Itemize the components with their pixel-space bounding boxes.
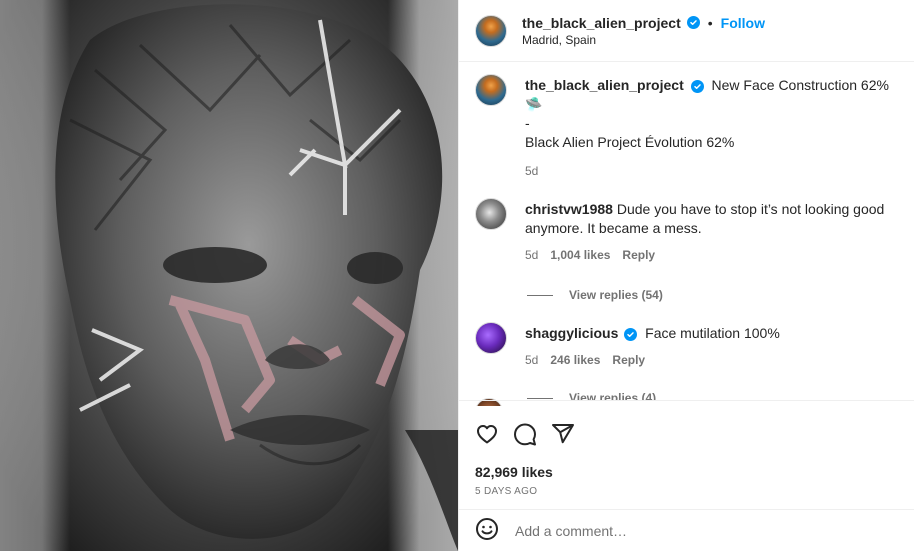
comment-row: christvw1988 Dude you have to stop it’s … bbox=[475, 198, 899, 262]
reply-button[interactable]: Reply bbox=[622, 248, 655, 262]
separator-dot: • bbox=[707, 14, 713, 31]
action-icons bbox=[475, 422, 899, 446]
comment-composer: Add a comment… bbox=[459, 509, 914, 551]
author-info: the_black_alien_project • Follow Madrid,… bbox=[522, 15, 765, 47]
author-username[interactable]: the_black_alien_project bbox=[522, 15, 681, 31]
replies-divider bbox=[527, 397, 553, 399]
comment-body: shaggylicious Face mutilation 100% 5d 24… bbox=[525, 324, 899, 367]
caption-line-2: - bbox=[525, 115, 530, 131]
comment-icon[interactable] bbox=[513, 422, 537, 446]
post-header: the_black_alien_project • Follow Madrid,… bbox=[459, 0, 914, 62]
comments-list[interactable]: the_black_alien_project New Face Constru… bbox=[459, 62, 914, 400]
comment-meta: 5d 1,004 likes Reply bbox=[525, 248, 899, 262]
replies-divider bbox=[527, 294, 553, 296]
comment-age: 5d bbox=[525, 353, 539, 367]
comment-likes[interactable]: 1,004 likes bbox=[550, 248, 610, 262]
reply-button[interactable]: Reply bbox=[612, 353, 645, 367]
caption-body: the_black_alien_project New Face Constru… bbox=[525, 76, 899, 178]
verified-badge-icon bbox=[624, 328, 638, 341]
author-avatar[interactable] bbox=[475, 14, 507, 47]
caption-text: the_black_alien_project New Face Constru… bbox=[525, 76, 899, 114]
comment-row: shaggylicious Face mutilation 100% 5d 24… bbox=[475, 322, 899, 367]
comment-age: 5d bbox=[525, 248, 539, 262]
caption-age: 5d bbox=[525, 164, 539, 178]
comment-likes[interactable]: 246 likes bbox=[550, 353, 600, 367]
post-details-panel: the_black_alien_project • Follow Madrid,… bbox=[458, 0, 914, 551]
likes-count[interactable]: 82,969 likes bbox=[475, 464, 899, 480]
verified-badge-icon bbox=[690, 80, 704, 93]
caption-author-avatar[interactable] bbox=[475, 74, 507, 106]
post-time: 5 DAYS AGO bbox=[475, 486, 538, 497]
comment-username[interactable]: christvw1988 bbox=[525, 201, 613, 217]
emoji-icon[interactable] bbox=[475, 517, 499, 544]
send-icon[interactable] bbox=[551, 422, 575, 446]
caption-username[interactable]: the_black_alien_project bbox=[525, 77, 684, 93]
verified-badge-icon bbox=[686, 16, 700, 29]
comment-body: christvw1988 Dude you have to stop it’s … bbox=[525, 200, 899, 262]
author-row: the_black_alien_project • Follow bbox=[522, 15, 765, 31]
post-media[interactable] bbox=[0, 0, 458, 551]
commenter-avatar[interactable] bbox=[475, 198, 507, 230]
post-location[interactable]: Madrid, Spain bbox=[522, 33, 765, 47]
caption-row: the_black_alien_project New Face Constru… bbox=[475, 74, 899, 178]
comment-input[interactable]: Add a comment… bbox=[515, 523, 627, 539]
tattooed-face-image bbox=[55, 4, 458, 551]
comment-meta: 5d 246 likes Reply bbox=[525, 353, 899, 367]
caption-line-3: Black Alien Project Évolution 62% bbox=[525, 134, 735, 150]
comment-username[interactable]: shaggylicious bbox=[525, 325, 618, 341]
comment-text: christvw1988 Dude you have to stop it’s … bbox=[525, 200, 899, 238]
view-replies-label: View replies (54) bbox=[569, 288, 663, 302]
follow-button[interactable]: Follow bbox=[721, 15, 765, 31]
view-replies-button[interactable]: View replies (54) bbox=[527, 288, 899, 302]
comment-text: shaggylicious Face mutilation 100% bbox=[525, 324, 899, 343]
view-replies-button[interactable]: View replies (4) bbox=[527, 391, 899, 400]
post-actions: 82,969 likes 5 DAYS AGO bbox=[459, 400, 914, 497]
heart-icon[interactable] bbox=[475, 422, 499, 446]
caption-meta: 5d bbox=[525, 164, 899, 178]
comment-content: Face mutilation 100% bbox=[645, 325, 780, 341]
view-replies-label: View replies (4) bbox=[569, 391, 657, 400]
post-viewer: the_black_alien_project • Follow Madrid,… bbox=[0, 0, 914, 551]
commenter-avatar[interactable] bbox=[475, 322, 507, 354]
